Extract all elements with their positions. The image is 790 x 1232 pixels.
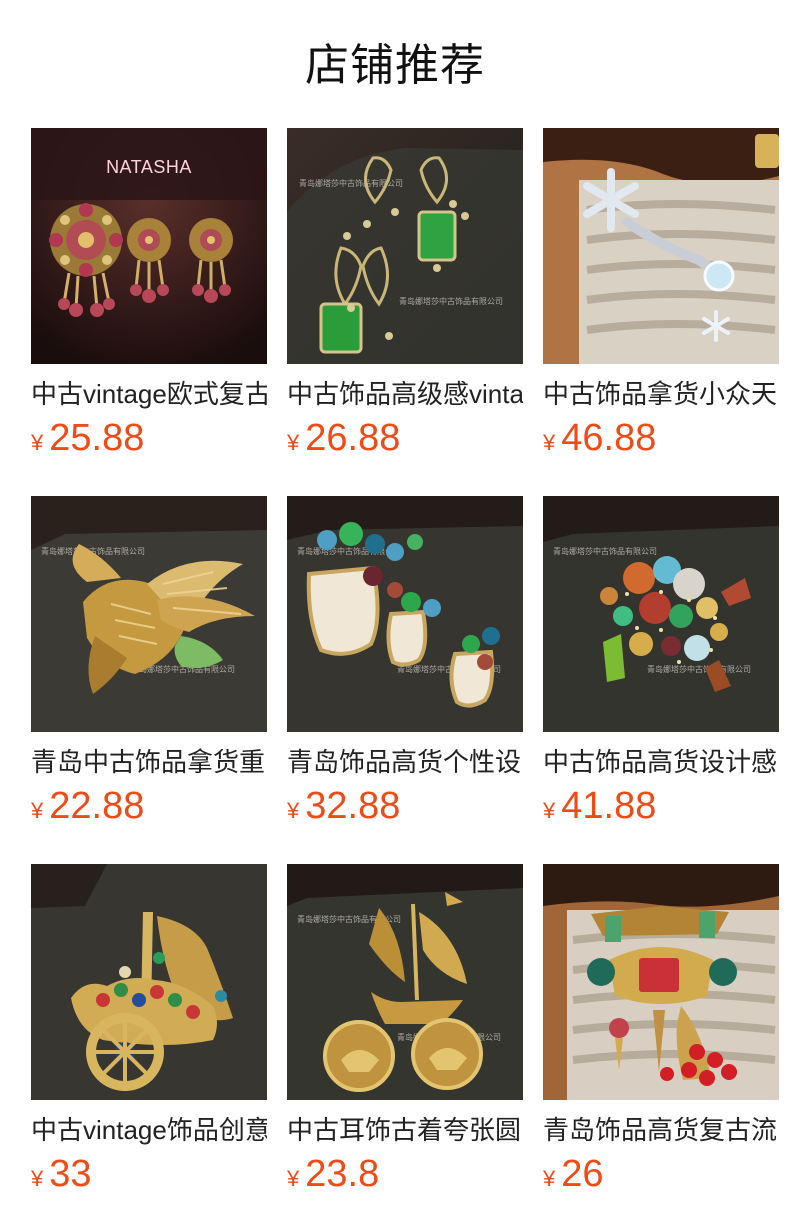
svg-text:青岛娜塔莎中古饰品有限公司: 青岛娜塔莎中古饰品有限公司 <box>553 546 657 556</box>
currency-symbol: ¥ <box>31 430 44 455</box>
price-amount: 25.88 <box>49 417 145 459</box>
section-title: 店铺推荐 <box>305 41 485 90</box>
price-amount: 22.88 <box>49 785 145 827</box>
product-title[interactable]: 青岛饰品高货个性设 <box>287 742 523 782</box>
product-image[interactable]: 青岛娜塔莎中古饰品有限公司 青岛娜塔莎中古饰品有限公司 <box>31 496 267 732</box>
product-card[interactable]: NATASHA 中古vintage欧式复古 ¥ 25.88 <box>31 128 267 459</box>
product-image[interactable]: NATASHA <box>31 128 267 364</box>
product-price: ¥46.88 <box>543 414 779 462</box>
product-title[interactable]: 中古vintage欧式复古 <box>31 374 267 414</box>
svg-text:青岛娜塔莎中古饰品有限公司: 青岛娜塔莎中古饰品有限公司 <box>647 664 751 674</box>
product-image[interactable]: 青岛娜塔莎中古饰品有限公司 青岛娜塔莎中古饰品有限公司 <box>287 864 523 1100</box>
currency-symbol: ¥ <box>31 1166 44 1191</box>
product-card[interactable]: 中古vintage饰品创意 ¥33 <box>31 864 267 1195</box>
svg-text:NATASHA: NATASHA <box>106 157 192 177</box>
product-card[interactable]: 青岛娜塔莎中古饰品有限公司 青岛娜塔莎中古饰品有限公司 中古饰品高货设计感 ¥ … <box>543 496 779 827</box>
store-recommendations-page: 店铺推荐 NATASHA 中古vintage欧式复古 ¥ 25.88 青岛娜塔莎… <box>0 0 790 1232</box>
price-amount: 23.8 <box>305 1153 380 1195</box>
product-title[interactable]: 中古耳饰古着夸张圆 <box>287 1110 523 1150</box>
product-price: ¥23.8 <box>287 1150 523 1198</box>
product-title[interactable]: 中古饰品高级感vinta <box>287 374 523 414</box>
product-title[interactable]: 中古饰品高货设计感 <box>543 742 779 782</box>
product-image[interactable]: 青岛娜塔莎中古饰品有限公司 青岛娜塔莎中古饰品有限公司 <box>287 496 523 732</box>
currency-symbol: ¥ <box>287 798 300 823</box>
product-image[interactable] <box>31 864 267 1100</box>
price-amount: 26 <box>561 1153 604 1195</box>
price-amount: 32.88 <box>305 785 401 827</box>
product-title[interactable]: 中古饰品拿货小众天 <box>543 374 779 414</box>
product-card[interactable]: 青岛娜塔莎中古饰品有限公司 青岛娜塔莎中古饰品有限公司 中古饰品高级感vinta <box>287 128 523 459</box>
product-card[interactable]: 青岛娜塔莎中古饰品有限公司 青岛娜塔莎中古饰品有限公司 中古耳饰古着夸张圆 ¥2… <box>287 864 523 1195</box>
currency-symbol: ¥ <box>287 1166 300 1191</box>
currency-symbol: ¥ <box>543 798 556 823</box>
product-image[interactable] <box>543 128 779 364</box>
svg-text:青岛娜塔莎中古饰品有限公司: 青岛娜塔莎中古饰品有限公司 <box>297 546 401 556</box>
currency-symbol: ¥ <box>543 430 556 455</box>
currency-symbol: ¥ <box>31 798 44 823</box>
product-price: ¥32.88 <box>287 782 523 830</box>
price-amount: 26.88 <box>305 417 401 459</box>
product-price: ¥25.88 <box>31 414 267 462</box>
price-amount: 41.88 <box>561 785 657 827</box>
product-price: ¥26.88 <box>287 414 523 462</box>
product-price: ¥41.88 <box>543 782 779 830</box>
product-price: ¥33 <box>31 1150 267 1198</box>
product-image[interactable]: 青岛娜塔莎中古饰品有限公司 青岛娜塔莎中古饰品有限公司 <box>287 128 523 364</box>
product-title[interactable]: 青岛中古饰品拿货重 <box>31 742 267 782</box>
product-title[interactable]: 中古vintage饰品创意 <box>31 1110 267 1150</box>
currency-symbol: ¥ <box>543 1166 556 1191</box>
product-card[interactable]: 青岛娜塔莎中古饰品有限公司 青岛娜塔莎中古饰品有限公司 青岛饰品高货个性设 ¥3… <box>287 496 523 827</box>
product-price: ¥22.88 <box>31 782 267 830</box>
product-card[interactable]: 青岛娜塔莎中古饰品有限公司 青岛娜塔莎中古饰品有限公司 青岛中古饰品拿货重 ¥2… <box>31 496 267 827</box>
svg-text:青岛娜塔莎中古饰品有限公司: 青岛娜塔莎中古饰品有限公司 <box>399 296 503 306</box>
product-price: ¥26 <box>543 1150 779 1198</box>
product-card[interactable]: 中古饰品拿货小众天 ¥46.88 <box>543 128 779 459</box>
price-amount: 46.88 <box>561 417 657 459</box>
currency-symbol: ¥ <box>287 430 300 455</box>
product-image[interactable]: 青岛娜塔莎中古饰品有限公司 青岛娜塔莎中古饰品有限公司 <box>543 496 779 732</box>
price-amount: 33 <box>49 1153 92 1195</box>
product-card[interactable]: 青岛饰品高货复古流 ¥26 <box>543 864 779 1195</box>
product-image[interactable] <box>543 864 779 1100</box>
product-title[interactable]: 青岛饰品高货复古流 <box>543 1110 779 1150</box>
